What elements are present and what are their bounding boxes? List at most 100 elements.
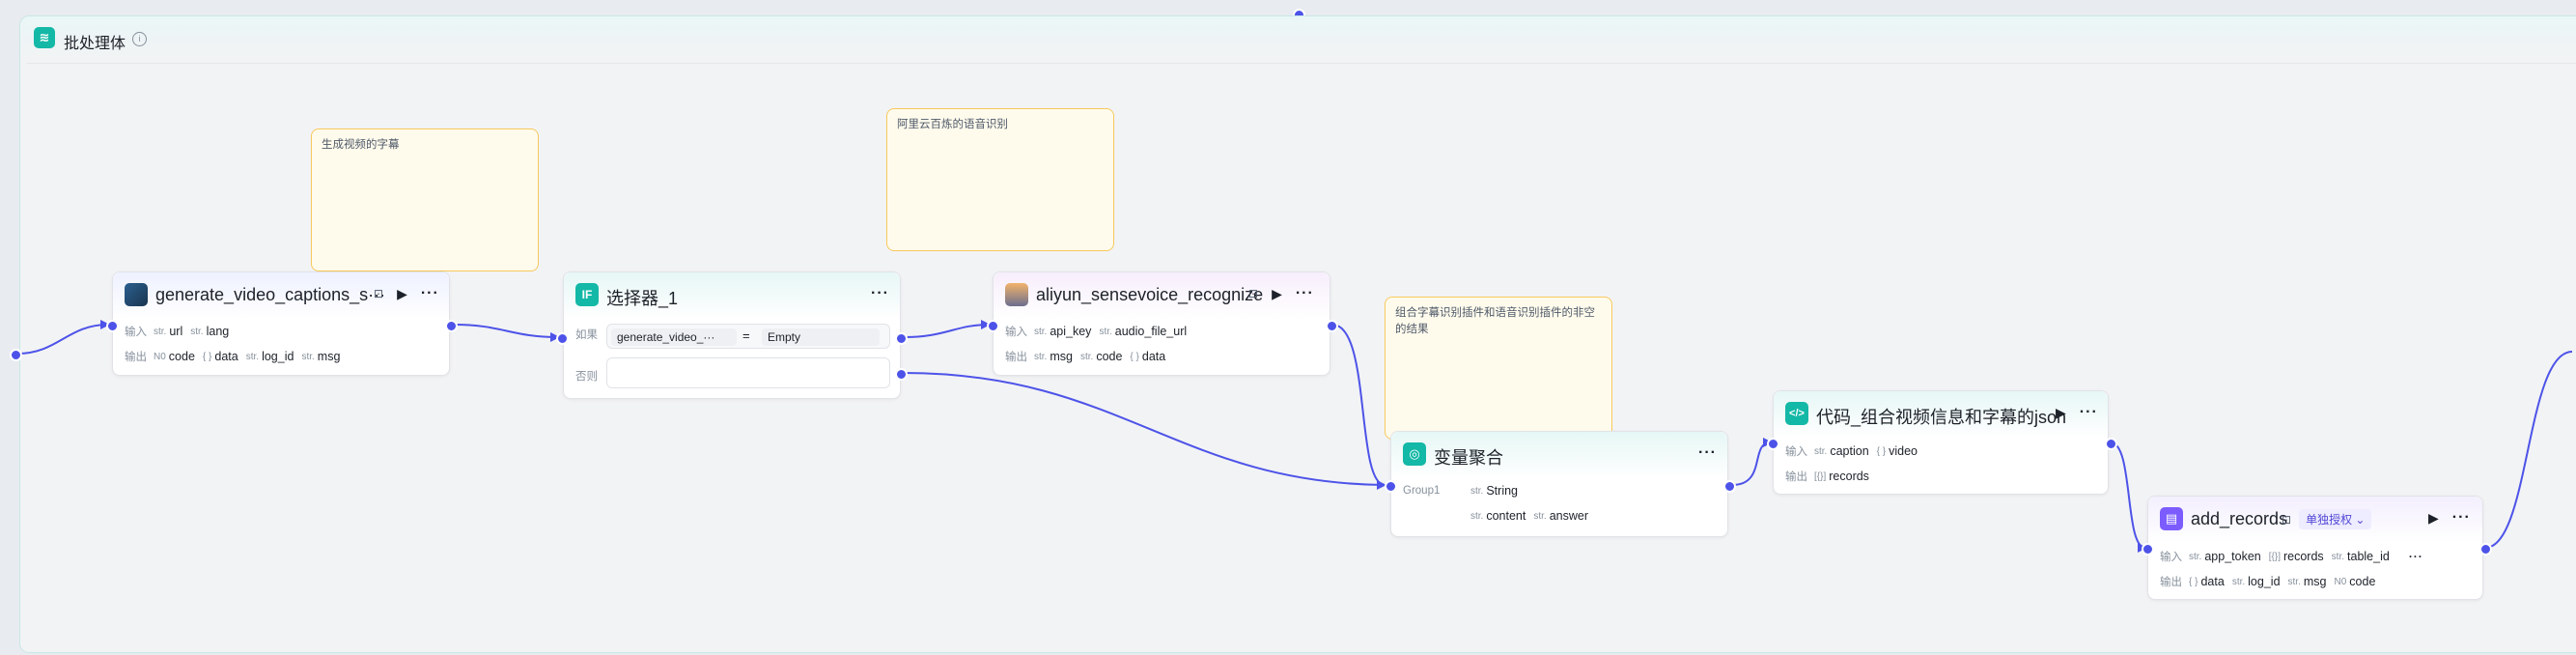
aggregate-icon: ◎ xyxy=(1403,442,1426,466)
param-tag: str. log_id xyxy=(2231,575,2281,588)
output-label: 输出 xyxy=(1785,471,1807,483)
node-title: 选择器_1 xyxy=(606,289,679,308)
plugin-badge-icon: ⊡ xyxy=(2282,512,2292,527)
edge-selector-aliyun xyxy=(903,324,990,338)
param-tag: str. api_key xyxy=(1034,325,1092,338)
group-row: Group1 str. String xyxy=(1403,484,1518,498)
param-tag: str. app_token xyxy=(2189,550,2261,563)
note-captions[interactable]: 生成视频的字幕 xyxy=(311,128,539,271)
inputs-row: 输入 str. caption { } video xyxy=(1785,443,1918,459)
param-tag: str. audio_file_url xyxy=(1099,325,1188,338)
chevron-down-icon: ⌄ xyxy=(2355,513,2366,527)
param-tag: { } data xyxy=(2189,575,2225,588)
param-tag: str. caption xyxy=(1814,444,1869,458)
plugin-avatar-icon xyxy=(125,283,148,306)
input-label: 输入 xyxy=(1005,327,1027,338)
group-type-tag: str. String xyxy=(1470,484,1518,498)
edge-records-out xyxy=(2484,351,2573,549)
plugin-badge-icon: ⊡ xyxy=(1248,287,1259,300)
node-aliyun-sensevoice[interactable]: aliyun_sensevoice_recognize ⊡ ▶ ··· 输入 s… xyxy=(993,271,1330,376)
param-tag: { } data xyxy=(202,350,238,363)
condition-box[interactable]: generate_video_··· = Empty xyxy=(606,324,890,349)
param-tag: str. code xyxy=(1079,350,1123,363)
selector-in-port[interactable] xyxy=(556,332,569,345)
input-label: 输入 xyxy=(1785,446,1807,458)
outputs-row: 输出 str. msg str. code { } data xyxy=(1005,349,1165,364)
batch-entry-port[interactable] xyxy=(10,349,22,361)
if-icon: IF xyxy=(575,283,599,306)
output-label: 输出 xyxy=(1005,352,1027,363)
else-box[interactable] xyxy=(606,357,890,388)
aggregate-in-port[interactable] xyxy=(1385,480,1397,493)
node-title: aliyun_sensevoice_recognize xyxy=(1036,285,1264,304)
condition-value[interactable]: Empty xyxy=(762,328,880,346)
run-button[interactable]: ▶ xyxy=(397,286,407,302)
note-aliyun[interactable]: 阿里云百炼的语音识别 xyxy=(886,108,1114,251)
edge-aliyun-aggregate xyxy=(1331,324,1386,486)
more-button[interactable]: ··· xyxy=(2080,404,2098,421)
inputs-row: 输入 str. app_token [{}] records str. table_i… xyxy=(2160,549,2423,564)
aliyun-out-port[interactable] xyxy=(1326,320,1338,332)
param-tag: [{}] records xyxy=(1814,470,1869,483)
param-tag: str. log_id xyxy=(245,350,294,363)
run-button[interactable]: ▶ xyxy=(1272,286,1282,302)
param-tag: str. msg xyxy=(301,350,341,363)
edge-aggregate-code xyxy=(1731,441,1772,486)
more-button[interactable]: ··· xyxy=(421,285,439,302)
edge-captions-selector xyxy=(453,324,559,338)
param-tag: str. content xyxy=(1470,509,1526,523)
more-button[interactable]: ··· xyxy=(2452,509,2471,527)
plugin-badge-icon: ⊡ xyxy=(374,287,384,300)
condition-variable[interactable]: generate_video_··· xyxy=(611,328,737,346)
param-tag: str. table_id xyxy=(2331,550,2390,563)
node-title: add_records xyxy=(2191,509,2288,528)
outputs-row: 输出 N0 code { } data str. log_id str. msg xyxy=(125,349,340,364)
node-title: 代码_组合视频信息和字幕的json xyxy=(1816,408,2067,427)
edge-start-captions xyxy=(16,324,109,355)
plugin-avatar-icon xyxy=(1005,283,1028,306)
condition-operator[interactable]: = xyxy=(742,328,750,343)
note-text: 阿里云百炼的语音识别 xyxy=(897,119,1008,130)
table-icon: ▤ xyxy=(2160,507,2183,530)
param-tag: str. msg xyxy=(1034,350,1073,363)
code-in-port[interactable] xyxy=(1767,438,1779,450)
auth-dropdown[interactable]: 单独授权 ⌄ xyxy=(2299,509,2372,529)
selector-if-out-port[interactable] xyxy=(895,332,908,345)
edge-selector-else-aggregate xyxy=(903,372,1386,486)
node-title: generate_video_captions_s··· xyxy=(155,285,386,304)
selector-else-out-port[interactable] xyxy=(895,368,908,381)
param-tag: str. answer xyxy=(1533,509,1588,523)
run-button[interactable]: ▶ xyxy=(2428,510,2439,527)
edge-code-records xyxy=(2110,441,2146,549)
param-tag: str. url xyxy=(154,325,183,338)
note-aggregate[interactable]: 组合字幕识别插件和语音识别插件的非空的结果 xyxy=(1385,297,1612,440)
node-variable-aggregate[interactable]: ◎ 变量聚合 ··· Group1 str. String str. content… xyxy=(1390,431,1728,537)
more-button[interactable]: ··· xyxy=(1296,285,1314,302)
more-params-button[interactable]: ··· xyxy=(2409,550,2423,563)
node-generate-video-captions[interactable]: generate_video_captions_s··· ⊡ ▶ ··· 输入 … xyxy=(112,271,450,376)
records-in-port[interactable] xyxy=(2142,543,2154,555)
captions-in-port[interactable] xyxy=(106,320,119,332)
aliyun-in-port[interactable] xyxy=(987,320,999,332)
param-tag: N0 code xyxy=(2334,575,2376,588)
param-tag: { } video xyxy=(1876,444,1918,458)
more-button[interactable]: ··· xyxy=(1698,444,1717,462)
output-label: 输出 xyxy=(2160,577,2182,588)
inputs-row: 输入 str. api_key str. audio_file_url xyxy=(1005,324,1187,339)
more-button[interactable]: ··· xyxy=(871,285,889,302)
param-tag: str. msg xyxy=(2287,575,2327,588)
inputs-row: 输入 str. url str. lang xyxy=(125,324,229,339)
node-add-records[interactable]: ▤ add_records ⊡ 单独授权 ⌄ ▶ ··· 输入 str. app_… xyxy=(2147,496,2483,600)
input-label: 输入 xyxy=(2160,552,2182,563)
param-tag: N0 code xyxy=(154,350,195,363)
input-label: 输入 xyxy=(125,327,147,338)
code-out-port[interactable] xyxy=(2105,438,2117,450)
workflow-canvas[interactable]: ≋ 批处理体 i 生成视频的字幕 阿里云百炼的语音识别 组合字幕识别插件和语音识… xyxy=(0,0,2576,655)
node-code[interactable]: </> 代码_组合视频信息和字幕的json ▶ ··· 输入 str. capti… xyxy=(1773,390,2109,495)
aggregate-out-port[interactable] xyxy=(1723,480,1736,493)
run-button[interactable]: ▶ xyxy=(2056,405,2066,421)
node-selector[interactable]: IF 选择器_1 ··· 如果 generate_video_··· = Emp… xyxy=(563,271,901,399)
captions-out-port[interactable] xyxy=(445,320,458,332)
code-icon: </> xyxy=(1785,402,1808,425)
records-out-port[interactable] xyxy=(2479,543,2492,555)
